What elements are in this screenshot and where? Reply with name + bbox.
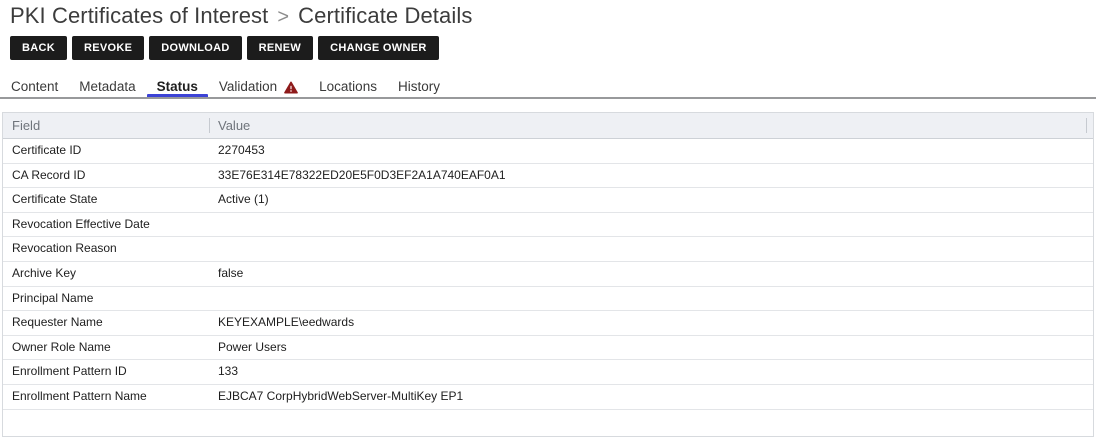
value-cell: KEYEXAMPLE\eedwards <box>218 311 354 335</box>
tab-label: History <box>398 77 440 97</box>
breadcrumb-separator: > <box>277 6 289 28</box>
column-resize-handle-right[interactable] <box>1086 118 1087 133</box>
field-cell: Archive Key <box>12 262 76 286</box>
table-row: Enrollment Pattern Name EJBCA7 CorpHybrid… <box>3 385 1093 410</box>
tab-status[interactable]: Status <box>157 76 198 97</box>
field-cell: CA Record ID <box>12 164 85 188</box>
table-row: Certificate ID 2270453 <box>3 139 1093 164</box>
toolbar: BACKREVOKEDOWNLOADRENEWCHANGE OWNER <box>10 36 439 60</box>
breadcrumb-parent[interactable]: PKI Certificates of Interest <box>10 3 268 28</box>
table-body: Certificate ID 2270453 CA Record ID 33E76E3… <box>3 139 1093 410</box>
table-header-row: Field Value <box>3 112 1093 139</box>
table-row: Owner Role Name Power Users <box>3 336 1093 361</box>
table-row: Requester Name KEYEXAMPLE\eedwards <box>3 311 1093 336</box>
tab-locations[interactable]: Locations <box>319 76 377 97</box>
field-cell: Revocation Reason <box>12 237 117 261</box>
field-cell: Revocation Effective Date <box>12 213 150 237</box>
page-title: PKI Certificates of Interest > Certificate… <box>10 3 472 29</box>
field-cell: Requester Name <box>12 311 103 335</box>
column-header-value: Value <box>218 113 250 138</box>
tab-metadata[interactable]: Metadata <box>79 76 135 97</box>
field-cell: Certificate ID <box>12 139 81 163</box>
column-header-field: Field <box>12 113 40 138</box>
tab-history[interactable]: History <box>398 76 440 97</box>
value-cell: EJBCA7 CorpHybridWebServer-MultiKey EP1 <box>218 385 463 409</box>
value-cell: false <box>218 262 243 286</box>
tab-label: Metadata <box>79 77 135 97</box>
renew-button[interactable]: RENEW <box>247 36 313 60</box>
table-row: Principal Name <box>3 287 1093 312</box>
field-cell: Enrollment Pattern Name <box>12 385 147 409</box>
field-cell: Enrollment Pattern ID <box>12 360 127 384</box>
field-cell: Owner Role Name <box>12 336 111 360</box>
revoke-button[interactable]: REVOKE <box>72 36 144 60</box>
table-row: Revocation Reason <box>3 237 1093 262</box>
value-cell: 133 <box>218 360 238 384</box>
tab-content[interactable]: Content <box>11 76 58 97</box>
back-button[interactable]: BACK <box>10 36 67 60</box>
tab-label: Content <box>11 77 58 97</box>
value-cell: Power Users <box>218 336 287 360</box>
tab-bar: Content Metadata Status Validation Locations… <box>11 76 440 97</box>
field-cell: Certificate State <box>12 188 97 212</box>
field-cell: Principal Name <box>12 287 93 311</box>
table-row: Enrollment Pattern ID 133 <box>3 360 1093 385</box>
table-row: CA Record ID 33E76E314E78322ED20E5F0D3EF2… <box>3 164 1093 189</box>
download-button[interactable]: DOWNLOAD <box>149 36 241 60</box>
warning-triangle-icon <box>284 80 298 93</box>
column-resize-handle[interactable] <box>209 118 210 133</box>
value-cell: 2270453 <box>218 139 265 163</box>
breadcrumb-current: Certificate Details <box>298 3 472 28</box>
value-cell: 33E76E314E78322ED20E5F0D3EF2A1A740EAF0A1 <box>218 164 506 188</box>
tab-bar-divider <box>0 97 1096 99</box>
table-row: Revocation Effective Date <box>3 213 1093 238</box>
certificate-status-table: Field Value Certificate ID2270453CA Reco… <box>2 112 1094 437</box>
tab-validation[interactable]: Validation <box>219 76 298 97</box>
table-row: Archive Key false <box>3 262 1093 287</box>
tab-label: Validation <box>219 77 277 97</box>
table-row: Certificate State Active (1) <box>3 188 1093 213</box>
value-cell: Active (1) <box>218 188 269 212</box>
change-owner-button[interactable]: CHANGE OWNER <box>318 36 439 60</box>
tab-label: Locations <box>319 77 377 97</box>
